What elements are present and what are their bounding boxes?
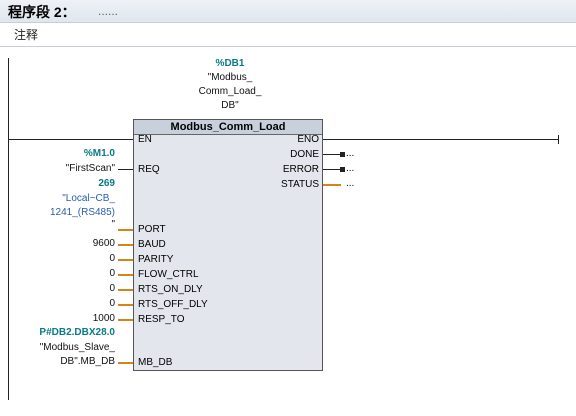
mb-db-tag-line-1[interactable]: "Modbus_Slave_: [40, 342, 115, 354]
instance-db-name-line-1[interactable]: "Modbus_: [170, 72, 290, 84]
pin-en: EN: [138, 134, 152, 145]
block-title: Modbus_Comm_Load: [170, 121, 286, 133]
error-wire: [323, 169, 341, 170]
done-output-value[interactable]: ...: [346, 148, 354, 160]
flow-ctrl-wire: [118, 274, 133, 276]
error-output-value[interactable]: ...: [346, 163, 354, 175]
resp-to-wire: [118, 319, 133, 321]
port-tag-line-2[interactable]: 1241_(RS485): [50, 207, 115, 219]
pin-done: DONE: [290, 149, 319, 160]
network-title-placeholder[interactable]: ......: [98, 4, 118, 18]
pin-flow-ctrl: FLOW_CTRL: [138, 269, 199, 280]
modbus-comm-load-block[interactable]: Modbus_Comm_Load EN REQ PORT BAUD PARITY…: [133, 119, 323, 371]
done-wire-end: [340, 152, 345, 157]
header-divider: [0, 22, 576, 23]
req-tag[interactable]: "FirstScan": [66, 163, 115, 175]
en-wire: [8, 139, 133, 140]
rts-on-dly-wire: [118, 289, 133, 291]
pin-resp-to: RESP_TO: [138, 314, 185, 325]
port-wire: [118, 229, 133, 231]
pin-rts-off-dly: RTS_OFF_DLY: [138, 299, 208, 310]
pin-req: REQ: [138, 164, 160, 175]
eno-wire: [323, 139, 559, 140]
network-title: 程序段 2：: [8, 4, 76, 20]
rts-on-dly-value[interactable]: 0: [109, 283, 115, 295]
parity-wire: [118, 259, 133, 261]
mb-db-address[interactable]: P#DB2.DBX28.0: [39, 327, 115, 339]
flow-ctrl-value[interactable]: 0: [109, 268, 115, 280]
network-header[interactable]: 程序段 2： ......: [0, 0, 576, 23]
parity-value[interactable]: 0: [109, 253, 115, 265]
port-tag-line-1[interactable]: "Local~CB_: [62, 193, 115, 205]
pin-error: ERROR: [282, 164, 319, 175]
resp-to-value[interactable]: 1000: [93, 313, 115, 325]
pin-parity: PARITY: [138, 254, 174, 265]
pin-status: STATUS: [281, 179, 319, 190]
left-power-rail: [8, 58, 9, 400]
port-tag-line-3[interactable]: ": [111, 219, 115, 231]
instance-db-address[interactable]: %DB1: [170, 58, 290, 70]
status-output-value[interactable]: ...: [346, 178, 354, 190]
done-wire: [323, 154, 341, 155]
block-title-bar: Modbus_Comm_Load: [134, 120, 322, 135]
req-wire: [118, 169, 133, 170]
mb-db-wire: [118, 362, 133, 364]
instance-db-name-line-2[interactable]: Comm_Load_: [170, 86, 290, 98]
rts-off-dly-wire: [118, 304, 133, 306]
baud-value[interactable]: 9600: [93, 238, 115, 250]
instance-db-name-line-3[interactable]: DB": [170, 100, 290, 112]
pin-mb-db: MB_DB: [138, 357, 173, 368]
pin-baud: BAUD: [138, 239, 166, 250]
status-wire: [323, 184, 341, 186]
comment-divider: [0, 46, 576, 47]
req-address[interactable]: %M1.0: [84, 148, 115, 160]
network-comment[interactable]: 注释: [14, 26, 38, 43]
mb-db-tag-line-2[interactable]: DB".MB_DB: [60, 356, 115, 368]
error-wire-end: [340, 167, 345, 172]
right-wire-end: [558, 135, 559, 144]
baud-wire: [118, 244, 133, 246]
port-value[interactable]: 269: [98, 178, 115, 190]
pin-eno: ENO: [297, 134, 319, 145]
pin-rts-on-dly: RTS_ON_DLY: [138, 284, 203, 295]
pin-port: PORT: [138, 224, 166, 235]
rts-off-dly-value[interactable]: 0: [109, 298, 115, 310]
